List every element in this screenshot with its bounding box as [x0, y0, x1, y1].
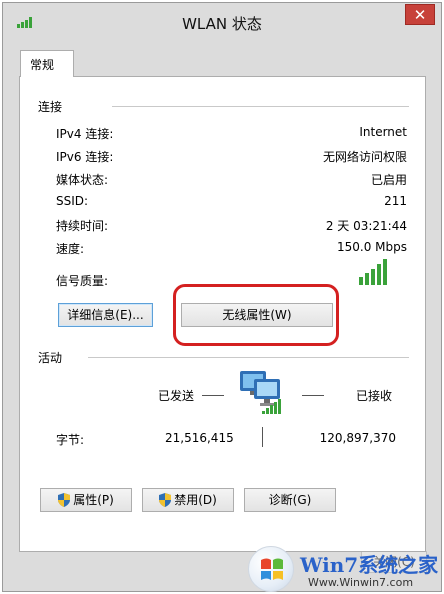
- speed-value: 150.0 Mbps: [336, 240, 407, 254]
- bytes-divider: [262, 427, 263, 447]
- bytes-received-value: 120,897,370: [319, 431, 396, 445]
- disable-button[interactable]: 禁用(D): [142, 488, 234, 512]
- watermark-brand: Win7系统之家: [300, 553, 439, 577]
- window-title: WLAN 状态: [182, 15, 262, 33]
- disable-button-label: 禁用(D): [174, 493, 217, 507]
- media-state-value: 已启用: [370, 173, 407, 187]
- shield-icon: [58, 493, 71, 507]
- signal-quality-label: 信号质量:: [56, 274, 109, 288]
- site-watermark: 关闭(C) Win7系统之家 Www.Winwin7.com: [248, 546, 444, 594]
- sent-line: [202, 395, 224, 396]
- ipv4-value: Internet: [359, 125, 407, 139]
- ipv6-label: IPv6 连接:: [56, 150, 114, 164]
- received-line: [302, 395, 324, 396]
- duration-label: 持续时间:: [56, 219, 109, 233]
- connection-section-label: 连接: [38, 100, 63, 114]
- network-computers-icon: [240, 371, 281, 414]
- details-button[interactable]: 详细信息(E)...: [58, 303, 153, 327]
- ipv4-label: IPv4 连接:: [56, 127, 114, 141]
- shield-icon: [159, 493, 172, 507]
- sent-label: 已发送: [158, 389, 195, 403]
- signal-bars-icon: [359, 259, 387, 285]
- connection-divider: [112, 106, 409, 107]
- highlight-ring: [173, 284, 339, 346]
- activity-section-label: 活动: [38, 351, 63, 365]
- ssid-label: SSID:: [56, 194, 89, 208]
- diagnose-button[interactable]: 诊断(G): [244, 488, 336, 512]
- activity-divider: [88, 357, 409, 358]
- tab-general[interactable]: 常规: [20, 50, 74, 77]
- media-state-label: 媒体状态:: [56, 173, 109, 187]
- bytes-sent-value: 21,516,415: [165, 431, 234, 445]
- ssid-value: 211: [384, 194, 407, 208]
- bytes-label: 字节:: [56, 433, 85, 447]
- wlan-status-dialog: WLAN 状态 ✕ 常规 连接 IPv4 连接: Internet IPv6 连…: [2, 2, 442, 592]
- received-label: 已接收: [356, 389, 393, 403]
- general-panel: 连接 IPv4 连接: Internet IPv6 连接: 无网络访问权限 媒体…: [19, 76, 426, 552]
- duration-value: 2 天 03:21:44: [325, 219, 407, 233]
- speed-label: 速度:: [56, 242, 85, 256]
- properties-button[interactable]: 属性(P): [40, 488, 132, 512]
- title-bar[interactable]: WLAN 状态 ✕: [3, 3, 441, 41]
- windows-logo-icon: [248, 546, 294, 592]
- watermark-url: Www.Winwin7.com: [308, 576, 414, 589]
- ipv6-value: 无网络访问权限: [322, 150, 407, 164]
- close-button[interactable]: ✕: [405, 4, 435, 25]
- properties-button-label: 属性(P): [73, 493, 114, 507]
